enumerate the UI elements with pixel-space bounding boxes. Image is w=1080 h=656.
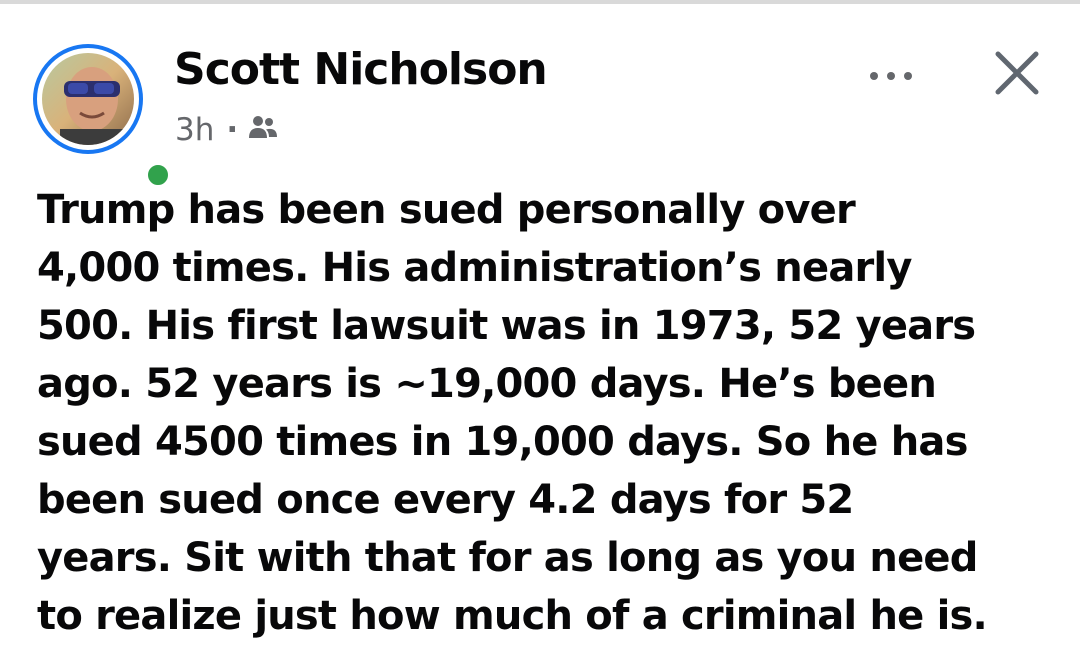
post-text-line: years. Sit with that for as long as you … [37,535,978,581]
friends-icon[interactable] [248,112,278,148]
close-icon [995,51,1039,95]
post-card: Scott Nicholson 3h · Trump has been sued… [0,4,1080,656]
more-options-button[interactable] [862,54,920,94]
post-text-line: to realize just how much of a criminal h… [37,593,988,639]
post-text-line: ago. 52 years is ~19,000 days. He’s been [37,361,937,407]
post-text-line: 500. His first lawsuit was in 1973, 52 y… [37,303,976,349]
post-meta: 3h · [175,112,278,148]
profile-photo [42,53,134,145]
more-options-icon [870,72,912,80]
post-text-line: Trump has been sued personally over [37,187,856,233]
avatar[interactable] [33,44,173,190]
post-text-line: sued 4500 times in 19,000 days. So he ha… [37,419,968,465]
post-text: Trump has been sued personally over 4,00… [37,181,1067,645]
meta-separator: · [226,112,239,148]
post-text-line: been sued once every 4.2 days for 52 [37,477,854,523]
close-button[interactable] [990,46,1044,100]
author-name[interactable]: Scott Nicholson [174,44,548,95]
post-timestamp[interactable]: 3h [175,112,214,148]
post-text-line: 4,000 times. His administration’s nearly [37,245,912,291]
